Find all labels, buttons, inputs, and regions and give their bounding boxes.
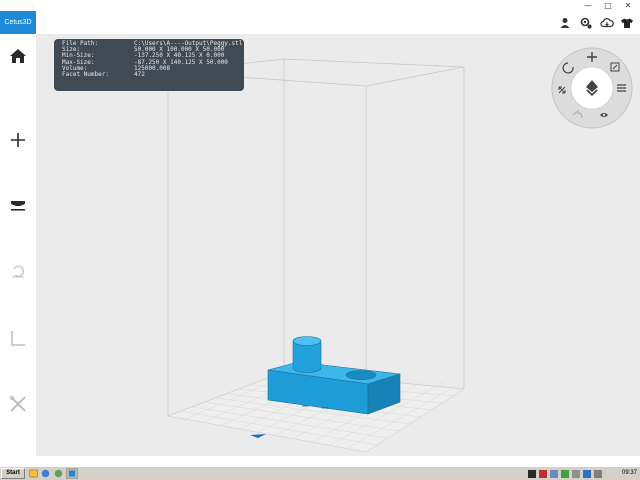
- 3d-viewport[interactable]: [36, 34, 640, 456]
- shirt-icon[interactable]: [620, 16, 634, 30]
- close-button[interactable]: ✕: [618, 0, 638, 11]
- plus-icon[interactable]: [6, 128, 30, 152]
- support-icon[interactable]: [6, 326, 30, 350]
- browser-icon[interactable]: [54, 469, 63, 478]
- maximize-button[interactable]: □: [598, 0, 618, 11]
- cetus3d-task-icon[interactable]: [66, 468, 78, 479]
- start-button[interactable]: Start: [1, 468, 25, 479]
- layer-icon[interactable]: [6, 194, 30, 218]
- build-volume-scene: [167, 58, 465, 453]
- ie-icon[interactable]: [41, 469, 50, 478]
- minimize-button[interactable]: —: [578, 0, 598, 11]
- left-sidebar: [0, 34, 36, 466]
- system-tray-icons[interactable]: [528, 469, 608, 479]
- rotate-icon[interactable]: [6, 260, 30, 284]
- home-icon[interactable]: [6, 44, 30, 68]
- tools-icon[interactable]: [6, 392, 30, 416]
- 3d-model: [267, 336, 401, 415]
- explorer-icon[interactable]: [29, 469, 38, 478]
- user-icon[interactable]: [558, 16, 572, 30]
- model-info-panel: File Path: C:\Users\A----Output\Peggy.st…: [54, 39, 244, 91]
- taskbar-clock: 09:37: [621, 470, 637, 476]
- top-toolbar: [36, 11, 640, 34]
- settings-icon[interactable]: [579, 16, 593, 30]
- os-taskbar: Start 09:37: [0, 466, 640, 480]
- info-row-facet-number: Facet Number: 472: [62, 71, 145, 79]
- view-navigation-wheel[interactable]: [551, 47, 633, 129]
- cloud-icon[interactable]: [600, 16, 614, 30]
- app-logo: Cetus3D: [0, 11, 36, 34]
- axis-marker: [250, 434, 266, 438]
